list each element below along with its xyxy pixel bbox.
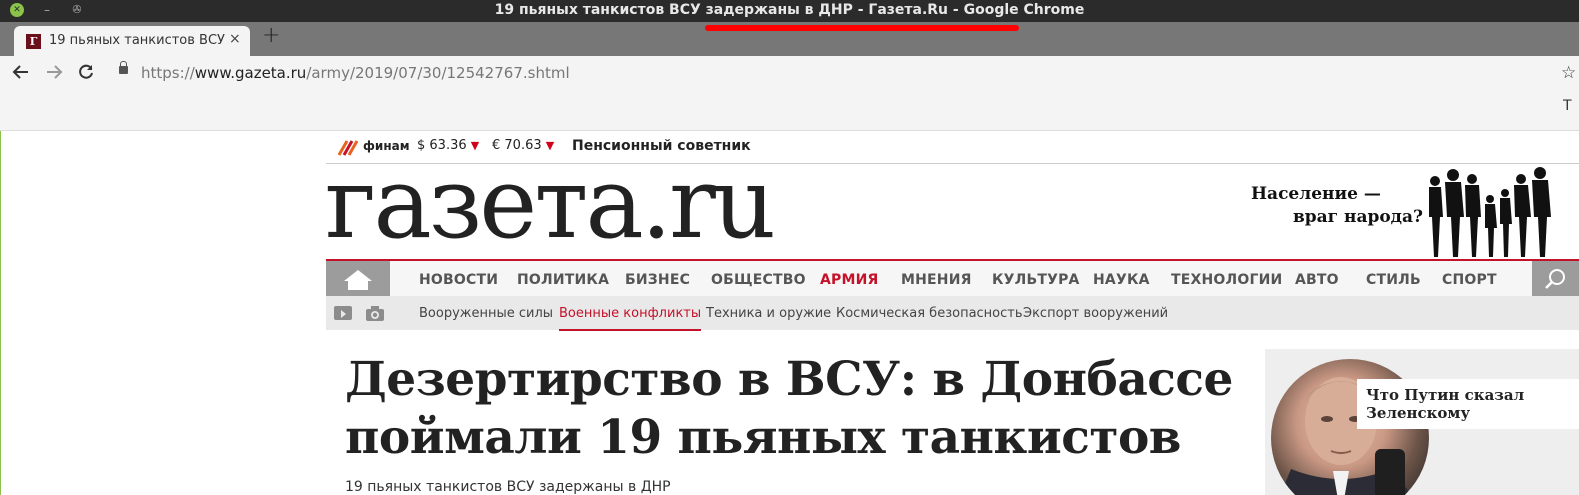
browser-tab[interactable]: Г 19 пьяных танкистов ВСУ задержаны в ДН… [14, 26, 250, 56]
back-arrow-icon[interactable] [11, 62, 31, 87]
subnav-item-space-security[interactable]: Космическая безопасность [836, 306, 1023, 321]
window-titlebar: ✕ – ✇ 19 пьяных танкистов ВСУ задержаны … [0, 0, 1579, 22]
address-bar[interactable]: https://www.gazeta.ru/army/2019/07/30/12… [141, 64, 570, 82]
nav-item-avto[interactable]: АВТО [1295, 272, 1339, 288]
forward-arrow-icon[interactable] [44, 62, 64, 87]
sidebar-card-title[interactable]: Что Путин сказал Зеленскому [1357, 379, 1579, 429]
home-button[interactable] [326, 261, 390, 298]
subnav-item-arms-export[interactable]: Экспорт вооружений [1023, 306, 1168, 321]
reload-icon[interactable] [76, 62, 96, 87]
nav-item-stil[interactable]: СТИЛЬ [1366, 272, 1421, 288]
subnav-item-military-conflicts[interactable]: Военные конфликты [559, 306, 702, 331]
article-subtitle: 19 пьяных танкистов ВСУ задержаны в ДНР [345, 479, 671, 495]
nav-item-novosti[interactable]: НОВОСТИ [419, 272, 498, 288]
url-path: /army/2019/07/30/12542767.shtml [306, 64, 570, 82]
url-host: www.gazeta.ru [194, 64, 307, 82]
tab-title: 19 пьяных танкистов ВСУ задержаны в ДНР … [49, 33, 229, 48]
site-logo[interactable]: газета.ru [325, 149, 776, 259]
new-tab-button[interactable]: + [262, 23, 280, 48]
nav-item-sport[interactable]: СПОРТ [1442, 272, 1497, 288]
gazeta-favicon-icon: Г [26, 34, 41, 49]
nav-item-armiya[interactable]: АРМИЯ [820, 272, 879, 298]
sub-navigation: Вооруженные силы Военные конфликты Техни… [326, 296, 1579, 331]
nav-item-biznes[interactable]: БИЗНЕС [625, 272, 690, 288]
nav-item-obshchestvo[interactable]: ОБЩЕСТВО [711, 272, 806, 288]
lock-icon[interactable] [119, 61, 128, 74]
bookmark-item-partial[interactable]: T [1563, 98, 1572, 114]
title-underline-annotation [705, 25, 1019, 31]
nav-item-kultura[interactable]: КУЛЬТУРА [992, 272, 1080, 288]
nav-item-mneniya[interactable]: МНЕНИЯ [901, 272, 972, 288]
headline-line-1: Дезертирство в ВСУ: в Донбассе [345, 352, 1233, 407]
promo-banner-text[interactable]: Население — враг народа? [1231, 183, 1423, 229]
browser-toolbar: https://www.gazeta.ru/army/2019/07/30/12… [0, 56, 1579, 92]
sidebar-news-card[interactable]: Что Путин сказал Зеленскому [1265, 349, 1579, 495]
url-scheme: https:// [141, 64, 195, 82]
video-icon[interactable] [334, 306, 352, 320]
article-headline: Дезертирство в ВСУ: в Донбассе поймали 1… [345, 351, 1245, 467]
subnav-item-armed-forces[interactable]: Вооруженные силы [419, 306, 553, 321]
subnav-item-equipment[interactable]: Техника и оружие [706, 306, 831, 321]
nav-item-politika[interactable]: ПОЛИТИКА [517, 272, 609, 288]
web-page: финам $ 63.36 ▼ € 70.63 ▼ Пенсионный сов… [0, 131, 1579, 495]
bookmark-star-icon[interactable]: ☆ [1561, 63, 1576, 83]
site-search-button[interactable] [1532, 261, 1579, 298]
tab-close-icon[interactable]: × [229, 31, 241, 47]
main-navigation: НОВОСТИ ПОЛИТИКА БИЗНЕС ОБЩЕСТВО АРМИЯ М… [326, 259, 1579, 298]
nav-item-nauka[interactable]: НАУКА [1093, 272, 1150, 288]
search-icon [1545, 269, 1565, 289]
home-icon [344, 270, 372, 290]
window-title: 19 пьяных танкистов ВСУ задержаны в ДНР … [494, 2, 1085, 18]
bookmarks-bar: T [0, 92, 1579, 131]
camera-icon[interactable] [365, 306, 384, 321]
nav-item-tekhnologii[interactable]: ТЕХНОЛОГИИ [1171, 272, 1282, 288]
promo-line-2: враг народа? [1292, 207, 1423, 227]
people-silhouettes-image[interactable] [1425, 167, 1555, 259]
promo-line-1: Население — [1251, 184, 1381, 204]
headline-line-2: поймали 19 пьяных танкистов [345, 410, 1181, 465]
